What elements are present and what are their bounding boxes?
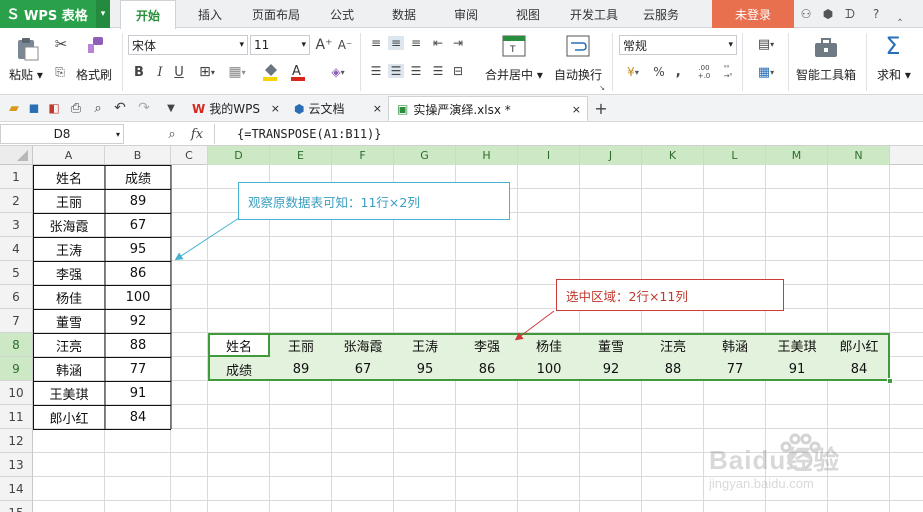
watermark-url: jingyan.baidu.com	[709, 476, 814, 491]
selection-size-note: 选中区域：2行×11列	[556, 279, 784, 311]
selection-note-arrow	[514, 310, 555, 341]
source-size-note: 观察原数据表可知：11行×2列	[238, 182, 510, 220]
source-note-arrow	[174, 215, 243, 261]
wps-spreadsheet-window: Ｓ WPS 表格 ▾ 开始 插入 页面布局 公式 数据 审阅 视图 开发工具 云…	[0, 0, 923, 512]
baidu-watermark: Baidu经验 jingyan.baidu.com	[705, 432, 915, 494]
watermark-brand: Baidu经验	[709, 445, 841, 475]
